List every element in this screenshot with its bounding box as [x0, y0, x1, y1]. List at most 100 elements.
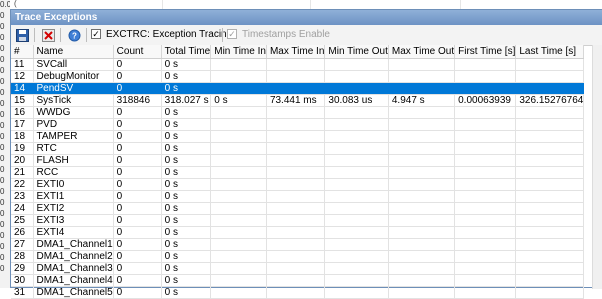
table-cell: DMA1_Channel2 — [33, 250, 114, 263]
table-cell — [324, 106, 389, 119]
table-cell — [454, 226, 517, 239]
column-header[interactable]: Min Time In — [210, 45, 267, 59]
table-row[interactable]: 18 TAMPER 0 0 s — [11, 130, 585, 143]
table-cell — [515, 262, 585, 275]
table-cell: 0 — [113, 118, 162, 131]
table-cell — [266, 274, 326, 287]
table-row[interactable]: 26 EXTI4 0 0 s — [11, 226, 585, 239]
table-cell: 0 s — [161, 202, 212, 215]
column-header[interactable]: Min Time Out — [324, 45, 389, 59]
table-cell: SysTick — [33, 94, 114, 107]
table-cell: 0 s — [161, 130, 212, 143]
table-cell: 28 — [11, 250, 34, 263]
gutter-number: 0 — [0, 231, 5, 240]
table-cell: 16 — [11, 106, 34, 119]
table-cell — [388, 154, 456, 167]
table-cell: 0 s — [161, 154, 212, 167]
table-cell: 19 — [11, 142, 34, 155]
table-cell — [266, 154, 326, 167]
table-cell — [454, 262, 517, 275]
column-header[interactable]: Max Time In — [266, 45, 326, 59]
table-row[interactable]: 11 SVCall 0 0 s — [11, 58, 585, 71]
table-cell — [266, 178, 326, 191]
table-cell — [266, 142, 326, 155]
column-header[interactable]: Max Time Out — [388, 45, 456, 59]
table-cell — [388, 118, 456, 131]
table-cell: 0 — [113, 58, 162, 71]
table-cell — [388, 274, 456, 287]
table-cell — [266, 262, 326, 275]
toolbar-separator — [34, 28, 35, 42]
gutter-number: 0 — [0, 143, 5, 152]
table-cell: 0 — [113, 130, 162, 143]
table-row[interactable]: 27 DMA1_Channel1 0 0 s — [11, 238, 585, 251]
table-cell: PendSV — [33, 82, 114, 95]
table-cell — [388, 214, 456, 227]
table-cell — [324, 142, 389, 155]
table-row[interactable]: 21 RCC 0 0 s — [11, 166, 585, 179]
table-cell — [210, 226, 267, 239]
table-cell — [324, 202, 389, 215]
table-row[interactable]: 20 FLASH 0 0 s — [11, 154, 585, 167]
table-row[interactable]: 16 WWDG 0 0 s — [11, 106, 585, 119]
table-row[interactable]: 29 DMA1_Channel3 0 0 s — [11, 262, 585, 275]
timestamps-label: Timestamps Enable — [242, 29, 330, 40]
table-cell: 0 s — [161, 166, 212, 179]
table-cell — [454, 286, 517, 299]
window-title[interactable]: Trace Exceptions — [11, 10, 602, 25]
column-header[interactable]: Count — [113, 45, 162, 59]
table-cell — [454, 166, 517, 179]
column-header[interactable]: Name — [33, 45, 114, 59]
vertical-scrollbar[interactable] — [592, 45, 602, 289]
column-header[interactable]: First Time [s] — [454, 45, 517, 59]
strip-divider — [460, 0, 461, 9]
table-cell — [515, 154, 585, 167]
help-icon[interactable]: ? — [67, 28, 81, 42]
save-icon[interactable] — [15, 28, 29, 42]
timestamps-checkbox[interactable]: ✓ — [227, 29, 237, 39]
table-cell: 31 — [11, 286, 34, 299]
table-row[interactable]: 12 DebugMonitor 0 0 s — [11, 70, 585, 83]
table-cell — [266, 106, 326, 119]
column-header[interactable]: # — [11, 45, 34, 59]
table-cell: 73.441 ms — [266, 94, 326, 107]
table-cell: 0 s — [161, 214, 212, 227]
exctrc-checkbox[interactable]: ✓ — [91, 29, 101, 39]
table-row[interactable]: 14 PendSV 0 0 s — [11, 82, 585, 95]
table-cell: 4.947 s — [388, 94, 456, 107]
table-cell — [515, 106, 585, 119]
table-cell: 0 — [113, 166, 162, 179]
table-cell: 0 s — [161, 118, 212, 131]
table-row[interactable]: 15 SysTick 318846 318.027 s0 s 73.441 ms 30.0… — [11, 94, 585, 107]
table-row[interactable]: 19 RTC 0 0 s — [11, 142, 585, 155]
table-cell — [515, 58, 585, 71]
table-cell — [210, 262, 267, 275]
table-row[interactable]: 22 EXTI0 0 0 s — [11, 178, 585, 191]
table-row[interactable]: 25 EXTI3 0 0 s — [11, 214, 585, 227]
table-cell — [515, 274, 585, 287]
table-row[interactable]: 30 DMA1_Channel4 0 0 s — [11, 274, 585, 287]
table-cell — [515, 130, 585, 143]
table-cell: WWDG — [33, 106, 114, 119]
table-row[interactable]: 31 DMA1_Channel5 0 0 s — [11, 286, 585, 299]
gutter-number: 0 — [0, 176, 5, 185]
table-row[interactable]: 17 PVD 0 0 s — [11, 118, 585, 131]
table-cell — [454, 106, 517, 119]
table-row[interactable]: 23 EXTI1 0 0 s — [11, 190, 585, 203]
table-cell: 25 — [11, 214, 34, 227]
table-cell: 0 — [113, 250, 162, 263]
table-cell — [388, 130, 456, 143]
table-cell — [210, 82, 267, 95]
table-cell: 12 — [11, 70, 34, 83]
table-row[interactable]: 28 DMA1_Channel2 0 0 s — [11, 250, 585, 263]
column-header[interactable]: Last Time [s] — [515, 45, 585, 59]
table-cell — [210, 178, 267, 191]
table-cell — [454, 70, 517, 83]
clear-icon[interactable] — [41, 28, 55, 42]
table-cell: 0 s — [161, 226, 212, 239]
table-cell: 0 — [113, 142, 162, 155]
table-cell — [210, 202, 267, 215]
column-header[interactable]: Total Time — [161, 45, 212, 59]
table-cell — [454, 250, 517, 263]
table-row[interactable]: 24 EXTI2 0 0 s — [11, 202, 585, 215]
